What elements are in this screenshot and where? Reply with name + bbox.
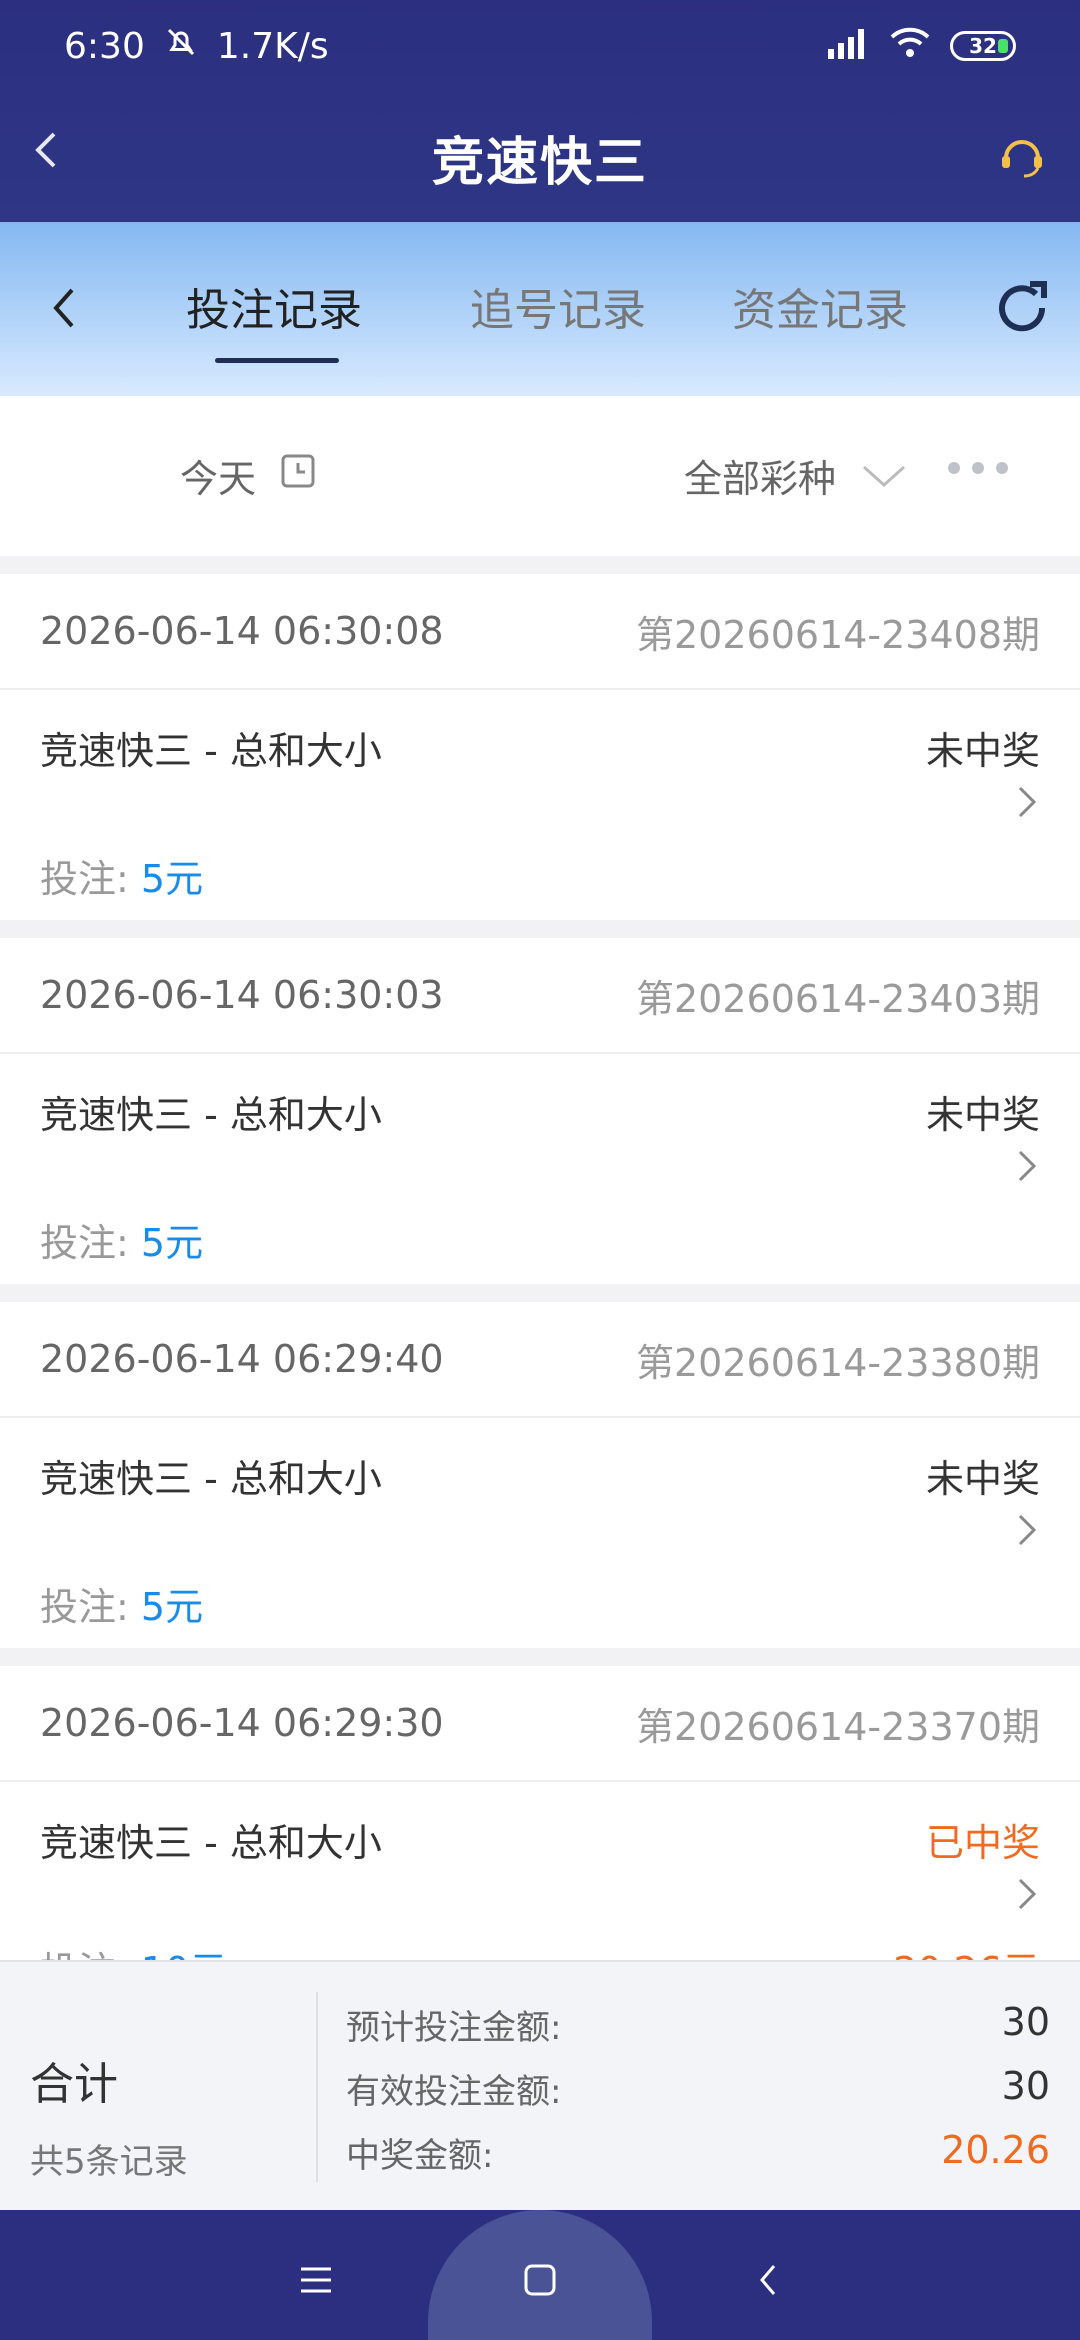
top-header: 6:30 1.7K/s 32 竞速快三 [0,0,1080,222]
bet-amount: 5元 [140,1585,204,1629]
bet-label: 投注: [40,857,129,901]
wifi-icon [888,25,932,68]
bet-amount: 10元 [141,1949,227,1960]
lottery-filter-label: 全部彩种 [684,457,837,501]
system-nav-bar [0,2210,1080,2340]
customer-service-icon[interactable] [994,128,1050,184]
filter-bar: 今天 全部彩种 [0,396,1080,556]
lottery-filter[interactable]: 全部彩种 [684,448,906,503]
expected-bet-value: 30 [1001,2000,1050,2044]
bet-label: 投注: [40,1221,129,1265]
valid-bet-value: 30 [1001,2064,1050,2108]
chevron-down-icon [862,454,906,498]
tab-bet-records[interactable]: 投注记录 [186,274,362,338]
tab-chase-records[interactable]: 追号记录 [470,274,646,338]
record-issue: 第20260614-23403期 [635,976,1040,1021]
record-card[interactable]: 2026-06-14 06:30:03 第20260614-23403期 竞速快… [0,938,1080,1284]
mute-bell-icon [163,24,199,69]
record-result: 已中奖 [925,1821,1040,1865]
record-card[interactable]: 2026-06-14 06:29:40 第20260614-23380期 竞速快… [0,1302,1080,1648]
record-game: 竞速快三 - 总和大小 [40,1093,382,1137]
valid-bet-row: 有效投注金额: 30 [346,2064,1050,2113]
menu-icon[interactable] [286,2250,346,2310]
back-nav-icon[interactable] [738,2250,798,2310]
home-icon[interactable] [510,2250,570,2310]
chevron-right-icon [1014,1146,1040,1186]
record-game: 竞速快三 - 总和大小 [40,1821,382,1865]
signal-icon [826,25,870,68]
valid-bet-label: 有效投注金额: [346,2072,562,2112]
refresh-icon[interactable] [990,276,1054,340]
back-icon[interactable] [26,130,66,170]
record-bet: 投注: 10元 [40,1940,227,1960]
record-game: 竞速快三 - 总和大小 [40,729,382,773]
tabs-bar: 投注记录 追号记录 资金记录 [0,222,1080,396]
summary-divider [316,1992,318,2182]
record-issue: 第20260614-23380期 [635,1340,1040,1385]
bet-label: 投注: [40,1585,129,1629]
records-list: 2026-06-14 06:30:08 第20260614-23408期 竞速快… [0,574,1080,1960]
chevron-right-icon [1014,1874,1040,1914]
record-time: 2026-06-14 06:30:08 [40,609,444,653]
record-issue: 第20260614-23408期 [635,612,1040,657]
date-filter[interactable]: 今天 [180,448,316,503]
record-time: 2026-06-14 06:29:40 [40,1337,444,1381]
status-bar: 6:30 1.7K/s 32 [0,0,1080,92]
battery-level: 32 [969,34,997,58]
record-card[interactable]: 2026-06-14 06:30:08 第20260614-23408期 竞速快… [0,574,1080,920]
record-card[interactable]: 2026-06-14 06:29:30 第20260614-23370期 竞速快… [0,1666,1080,1960]
clock-icon [280,453,316,498]
chevron-right-icon [1014,1510,1040,1550]
expected-bet-row: 预计投注金额: 30 [346,2000,1050,2049]
win-amount-value: 20.26 [941,2128,1050,2172]
record-bet: 投注: 5元 [40,1576,203,1631]
record-game: 竞速快三 - 总和大小 [40,1457,382,1501]
record-result: 未中奖 [925,1457,1040,1501]
summary-panel: 合计 共5条记录 预计投注金额: 30 有效投注金额: 30 中奖金额: 20.… [0,1960,1080,2210]
tab-fund-records[interactable]: 资金记录 [732,274,908,338]
bet-amount: 5元 [140,1221,204,1265]
win-amount-row: 中奖金额: 20.26 [346,2128,1050,2177]
chevron-right-icon [1014,782,1040,822]
title-bar: 竞速快三 [0,92,1080,222]
record-time: 2026-06-14 06:30:03 [40,973,444,1017]
win-amount: 20.26元 [893,1940,1040,1960]
win-amount-label: 中奖金额: [346,2136,494,2176]
expected-bet-label: 预计投注金额: [346,2008,562,2048]
network-speed: 1.7K/s [216,25,329,67]
battery-icon: 32 [950,31,1016,61]
bet-label: 投注: [40,1949,129,1960]
record-time: 2026-06-14 06:29:30 [40,1701,444,1745]
record-issue: 第20260614-23370期 [635,1704,1040,1749]
active-tab-indicator [215,358,339,363]
page-title: 竞速快三 [431,132,648,193]
record-bet: 投注: 5元 [40,848,203,903]
summary-title: 合计 [30,2059,118,2110]
more-options-icon[interactable] [948,462,1008,474]
record-result: 未中奖 [925,729,1040,773]
summary-count: 共5条记录 [30,2142,188,2182]
bet-amount: 5元 [140,857,204,901]
record-bet: 投注: 5元 [40,1212,203,1267]
date-filter-label: 今天 [180,457,257,501]
record-result: 未中奖 [925,1093,1040,1137]
tabs-back-icon[interactable] [50,284,78,342]
status-time: 6:30 [64,25,145,67]
